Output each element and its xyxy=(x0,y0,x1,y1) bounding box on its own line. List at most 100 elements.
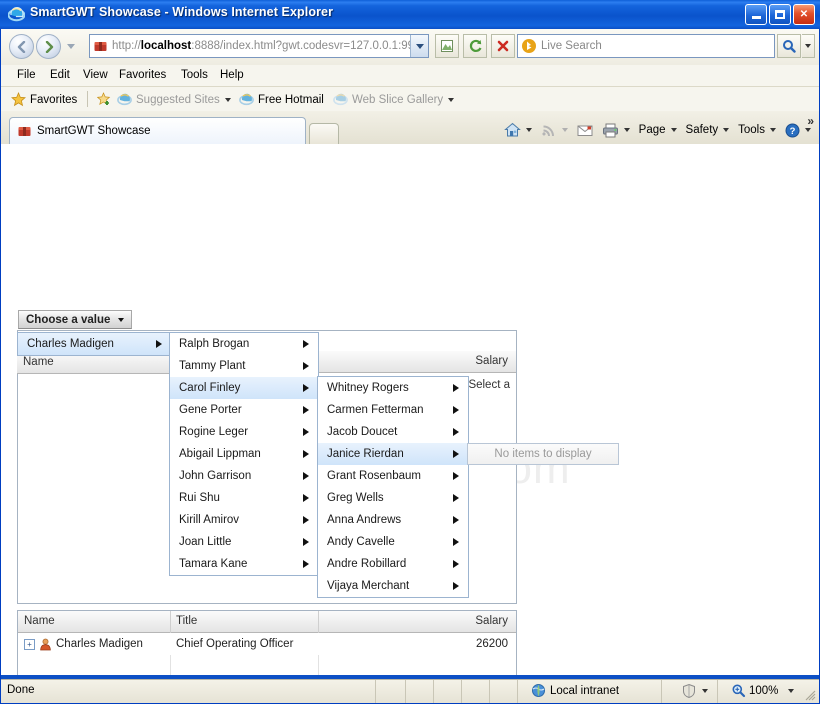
tab-smartgwt-showcase[interactable]: SmartGWT Showcase xyxy=(9,117,306,144)
table-row[interactable]: + Charles Madigen Chief Operating Office… xyxy=(18,633,516,675)
menu-item[interactable]: Andre Robillard xyxy=(318,553,468,575)
address-dropdown-button[interactable] xyxy=(410,35,428,57)
chevron-down-icon[interactable] xyxy=(788,688,795,693)
chevron-down-icon[interactable] xyxy=(770,128,776,132)
menu-item[interactable]: Whitney Rogers xyxy=(318,377,468,399)
submenu-arrow-icon xyxy=(453,450,459,458)
menu-item[interactable]: Vijaya Merchant xyxy=(318,575,468,597)
menu-item-label: Janice Rierdan xyxy=(327,448,404,460)
chevron-down-icon[interactable] xyxy=(805,128,811,132)
menu-item-label: Anna Andrews xyxy=(327,514,402,526)
favbar-item-web-slice-gallery[interactable]: Web Slice Gallery xyxy=(333,90,455,109)
search-input-text[interactable]: Live Search xyxy=(541,40,602,52)
home-button[interactable] xyxy=(500,119,536,141)
address-bar[interactable]: http://localhost:8888/index.html?gwt.cod… xyxy=(89,34,429,58)
menu-item[interactable]: Kirill Amirov xyxy=(170,509,318,531)
search-go-button[interactable] xyxy=(777,34,801,58)
menu-item[interactable]: Jacob Doucet xyxy=(318,421,468,443)
menu-item[interactable]: Charles Madigen xyxy=(18,333,171,355)
security-zone[interactable]: Local intranet xyxy=(531,683,619,698)
choose-a-value-button[interactable]: Choose a value xyxy=(18,310,133,329)
stop-button[interactable] xyxy=(491,34,515,58)
compatibility-view-button[interactable] xyxy=(435,34,459,58)
menu-tools[interactable]: Tools xyxy=(175,67,214,84)
menu-item[interactable]: Carmen Fetterman xyxy=(318,399,468,421)
menu-item[interactable]: Andy Cavelle xyxy=(318,531,468,553)
bottom-grid-header-name[interactable]: Name xyxy=(18,611,170,632)
resize-grip-icon[interactable] xyxy=(804,689,816,701)
submenu-arrow-icon xyxy=(453,384,459,392)
menu-file[interactable]: File xyxy=(11,67,42,84)
menu-item[interactable]: Abigail Lippman xyxy=(170,443,318,465)
page-menu-label: Page xyxy=(638,124,666,136)
submenu-arrow-icon xyxy=(453,538,459,546)
menu-item[interactable]: Rui Shu xyxy=(170,487,318,509)
menu-level-4-empty: No items to display xyxy=(467,443,619,465)
history-dropdown-icon[interactable] xyxy=(67,44,75,49)
menu-item-label: Charles Madigen xyxy=(27,338,114,350)
zoom-control[interactable]: 100% xyxy=(731,683,795,698)
close-button[interactable]: ✕ xyxy=(793,4,815,25)
top-grid-header-salary[interactable]: Salary xyxy=(318,351,516,372)
forward-button[interactable] xyxy=(36,34,61,59)
chevron-down-icon[interactable] xyxy=(448,97,455,102)
suggested-sites-label: Suggested Sites xyxy=(136,93,220,106)
menu-view[interactable]: View xyxy=(77,67,114,84)
menu-item[interactable]: Gene Porter xyxy=(170,399,318,421)
menu-edit[interactable]: Edit xyxy=(44,67,76,84)
safety-menu-button[interactable]: Safety xyxy=(682,121,734,139)
submenu-arrow-icon xyxy=(303,340,309,348)
submenu-arrow-icon xyxy=(156,340,162,348)
svg-text:?: ? xyxy=(790,126,796,137)
tools-menu-button[interactable]: Tools xyxy=(734,121,780,139)
menu-item[interactable]: Tammy Plant xyxy=(170,355,318,377)
menu-item[interactable]: Grant Rosenbaum xyxy=(318,465,468,487)
menu-favorites[interactable]: Favorites xyxy=(113,67,172,84)
print-button[interactable] xyxy=(598,120,634,141)
submenu-arrow-icon xyxy=(303,450,309,458)
chevron-down-icon[interactable] xyxy=(623,128,630,132)
search-provider-dropdown[interactable] xyxy=(802,34,815,58)
chevron-down-icon[interactable] xyxy=(561,128,568,132)
empty-menu-message: No items to display xyxy=(494,448,592,460)
overflow-chevron-icon[interactable]: » xyxy=(807,114,814,128)
feeds-button[interactable] xyxy=(537,120,572,141)
chevron-down-icon[interactable] xyxy=(525,128,532,132)
chevron-down-icon[interactable] xyxy=(702,689,708,693)
search-box[interactable]: Live Search xyxy=(517,34,775,58)
favorites-button[interactable]: Favorites xyxy=(11,90,77,109)
menu-item[interactable]: Janice Rierdan xyxy=(318,443,468,465)
menu-item[interactable]: Tamara Kane xyxy=(170,553,318,575)
submenu-arrow-icon xyxy=(453,582,459,590)
bottom-grid-header-title[interactable]: Title xyxy=(170,611,318,632)
new-tab-button[interactable] xyxy=(309,123,339,144)
menu-level-2: Ralph Brogan Tammy Plant Carol Finley Ge… xyxy=(169,332,319,576)
chevron-down-icon[interactable] xyxy=(723,128,730,132)
title-bar: SmartGWT Showcase - Windows Internet Exp… xyxy=(0,0,820,29)
menu-item[interactable]: Carol Finley xyxy=(170,377,318,399)
menu-item[interactable]: Joan Little xyxy=(170,531,318,553)
minimize-button[interactable] xyxy=(745,4,767,25)
menu-item[interactable]: Rogine Leger xyxy=(170,421,318,443)
menu-bar: File Edit View Favorites Tools Help xyxy=(1,65,819,86)
bottom-list-grid: Name Title Salary + Charles Madigen Chie… xyxy=(17,610,517,675)
read-mail-button[interactable] xyxy=(573,121,597,140)
ie-small-icon xyxy=(333,93,348,106)
bottom-grid-header-salary[interactable]: Salary xyxy=(318,611,516,632)
menu-item[interactable]: John Garrison xyxy=(170,465,318,487)
favbar-item-free-hotmail[interactable]: Free Hotmail xyxy=(239,90,324,109)
protected-mode-indicator[interactable] xyxy=(681,683,708,699)
row-divider xyxy=(318,655,319,675)
refresh-button[interactable] xyxy=(463,34,487,58)
back-button[interactable] xyxy=(9,34,34,59)
menu-item[interactable]: Greg Wells xyxy=(318,487,468,509)
expand-row-icon[interactable]: + xyxy=(24,638,35,650)
menu-item[interactable]: Anna Andrews xyxy=(318,509,468,531)
menu-item[interactable]: Ralph Brogan xyxy=(170,333,318,355)
menu-help[interactable]: Help xyxy=(214,67,250,84)
chevron-down-icon[interactable] xyxy=(224,97,231,102)
maximize-button[interactable] xyxy=(769,4,791,25)
favbar-item-suggested-sites[interactable]: Suggested Sites xyxy=(97,90,231,109)
chevron-down-icon[interactable] xyxy=(670,128,677,132)
page-menu-button[interactable]: Page xyxy=(635,121,681,139)
